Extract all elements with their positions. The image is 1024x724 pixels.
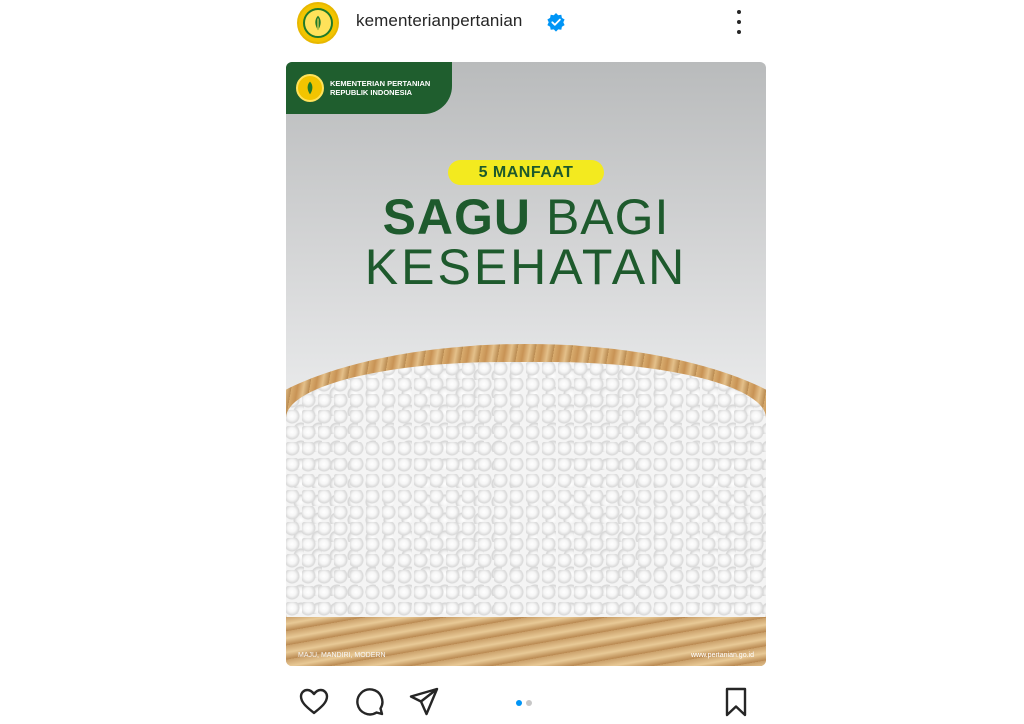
username[interactable]: kementerianpertanian bbox=[356, 11, 522, 31]
more-vertical-icon[interactable] bbox=[732, 10, 746, 34]
heart-icon[interactable] bbox=[298, 686, 330, 718]
headline-line1: SAGU BAGI bbox=[286, 192, 766, 242]
headline: SAGU BAGI KESEHATAN bbox=[286, 192, 766, 292]
carousel-indicator bbox=[516, 700, 532, 706]
post-header: kementerianpertanian bbox=[280, 0, 778, 44]
carousel-dot bbox=[526, 700, 532, 706]
brand-line2: REPUBLIK INDONESIA bbox=[330, 88, 413, 97]
benefit-count-pill: 5 MANFAAT bbox=[448, 160, 604, 185]
brand-line1: KEMENTERIAN PERTANIAN bbox=[330, 79, 431, 88]
post-image[interactable]: KEMENTERIAN PERTANIAN REPUBLIK INDONESIA… bbox=[286, 62, 766, 666]
carousel-dot-active bbox=[516, 700, 522, 706]
sago-pearls-illustration bbox=[286, 362, 766, 642]
share-icon[interactable] bbox=[408, 686, 440, 718]
headline-line2: KESEHATAN bbox=[364, 239, 688, 295]
bookmark-icon[interactable] bbox=[720, 686, 752, 718]
brand-tag: KEMENTERIAN PERTANIAN REPUBLIK INDONESIA bbox=[286, 62, 452, 114]
comment-icon[interactable] bbox=[354, 686, 386, 718]
post-actions bbox=[280, 680, 778, 724]
ministry-logo-icon bbox=[303, 8, 333, 38]
brand-text: KEMENTERIAN PERTANIAN REPUBLIK INDONESIA bbox=[330, 79, 430, 97]
ministry-logo-icon bbox=[296, 74, 324, 102]
footer-website: www.pertanian.go.id bbox=[690, 652, 754, 659]
headline-bold: SAGU bbox=[382, 189, 532, 245]
avatar[interactable] bbox=[297, 2, 339, 44]
headline-thin: BAGI bbox=[545, 189, 670, 245]
footer-tagline: MAJU, MANDIRI, MODERN bbox=[298, 652, 386, 659]
verified-badge-icon bbox=[547, 13, 565, 32]
